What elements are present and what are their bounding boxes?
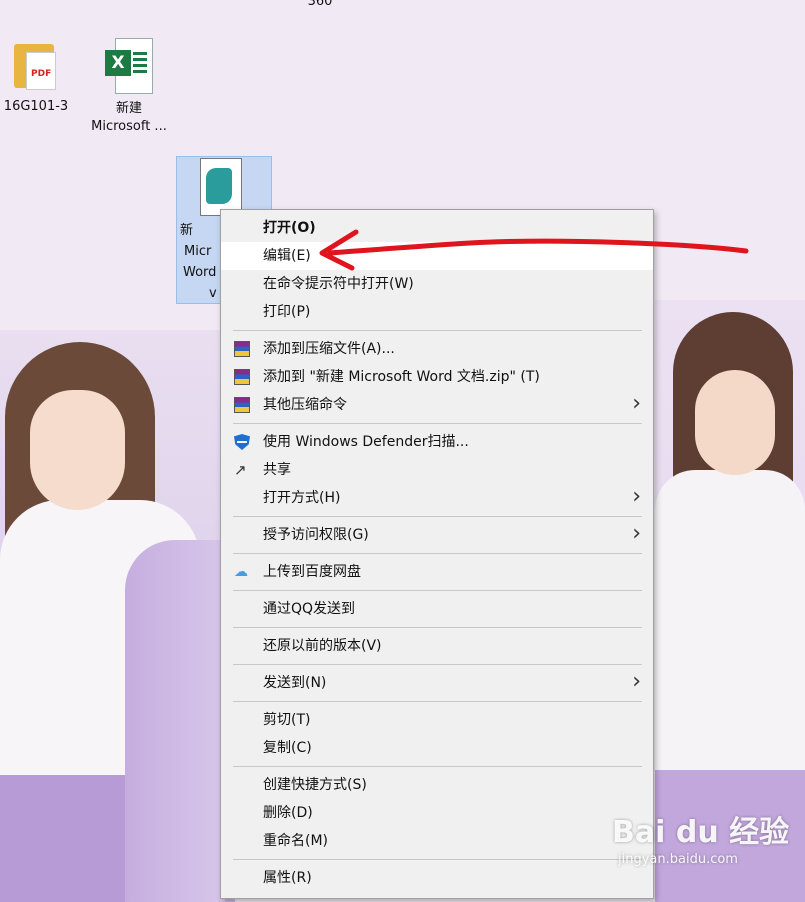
chevron-right-icon: ›	[632, 484, 641, 509]
menu-separator	[233, 664, 642, 665]
menu-item-add-to-archive[interactable]: 添加到压缩文件(A)...	[221, 335, 653, 363]
context-menu: 打开(O) 编辑(E) 在命令提示符中打开(W) 打印(P) 添加到压缩文件(A…	[220, 209, 654, 899]
desktop-icon-pdf-folder[interactable]: PDF 16G101-3	[0, 40, 72, 116]
menu-item-copy[interactable]: 复制(C)	[221, 734, 653, 762]
wallpaper-figure-middle	[125, 540, 225, 902]
pdf-folder-icon: PDF	[14, 40, 58, 90]
menu-item-print[interactable]: 打印(P)	[221, 298, 653, 326]
menu-separator	[233, 516, 642, 517]
menu-separator	[233, 423, 642, 424]
menu-separator	[233, 627, 642, 628]
menu-item-rename[interactable]: 重命名(M)	[221, 827, 653, 855]
menu-separator	[233, 701, 642, 702]
menu-item-other-compress[interactable]: 其他压缩命令 ›	[221, 391, 653, 419]
chevron-right-icon: ›	[632, 669, 641, 694]
chevron-right-icon: ›	[632, 521, 641, 546]
selected-icon-label: 新 Micr Word v	[180, 223, 217, 301]
menu-separator	[233, 330, 642, 331]
menu-separator	[233, 766, 642, 767]
menu-separator	[233, 859, 642, 860]
desktop-icon-label: Microsoft ...	[91, 119, 167, 134]
menu-item-send-to[interactable]: 发送到(N) ›	[221, 669, 653, 697]
menu-item-edit[interactable]: 编辑(E)	[221, 242, 653, 270]
menu-item-open[interactable]: 打开(O)	[221, 214, 653, 242]
menu-item-cut[interactable]: 剪切(T)	[221, 706, 653, 734]
menu-item-upload-baidu[interactable]: ☁ 上传到百度网盘	[221, 558, 653, 586]
menu-item-share[interactable]: ↗ 共享	[221, 456, 653, 484]
menu-item-defender-scan[interactable]: 使用 Windows Defender扫描...	[221, 428, 653, 456]
menu-separator	[233, 553, 642, 554]
chevron-right-icon: ›	[632, 391, 641, 416]
desktop-icon-label-360[interactable]: 360	[290, 0, 350, 9]
excel-file-icon: X	[105, 38, 153, 94]
menu-item-send-via-qq[interactable]: 通过QQ发送到	[221, 595, 653, 623]
menu-item-restore-versions[interactable]: 还原以前的版本(V)	[221, 632, 653, 660]
winrar-icon	[234, 397, 250, 413]
menu-item-grant-access[interactable]: 授予访问权限(G) ›	[221, 521, 653, 549]
menu-item-properties[interactable]: 属性(R)	[221, 864, 653, 892]
baidu-jingyan-watermark: Bai du 经验 jingyan.baidu.com	[612, 815, 790, 867]
menu-item-add-to-zip[interactable]: 添加到 "新建 Microsoft Word 文档.zip" (T)	[221, 363, 653, 391]
menu-separator	[233, 590, 642, 591]
text-file-icon	[198, 158, 246, 216]
menu-item-delete[interactable]: 删除(D)	[221, 799, 653, 827]
menu-item-open-with[interactable]: 打开方式(H) ›	[221, 484, 653, 512]
desktop-icon-excel[interactable]: X 新建 Microsoft ...	[84, 38, 174, 136]
winrar-icon	[234, 341, 250, 357]
desktop-icon-label: 新建	[115, 101, 142, 116]
shield-icon	[234, 434, 250, 450]
share-icon: ↗	[234, 461, 247, 479]
desktop-icon-label: 16G101-3	[3, 99, 69, 114]
baidu-netdisk-icon: ☁	[234, 564, 248, 580]
menu-item-open-in-cmd[interactable]: 在命令提示符中打开(W)	[221, 270, 653, 298]
wallpaper-figure-right	[655, 300, 805, 902]
menu-item-create-shortcut[interactable]: 创建快捷方式(S)	[221, 771, 653, 799]
winrar-icon	[234, 369, 250, 385]
